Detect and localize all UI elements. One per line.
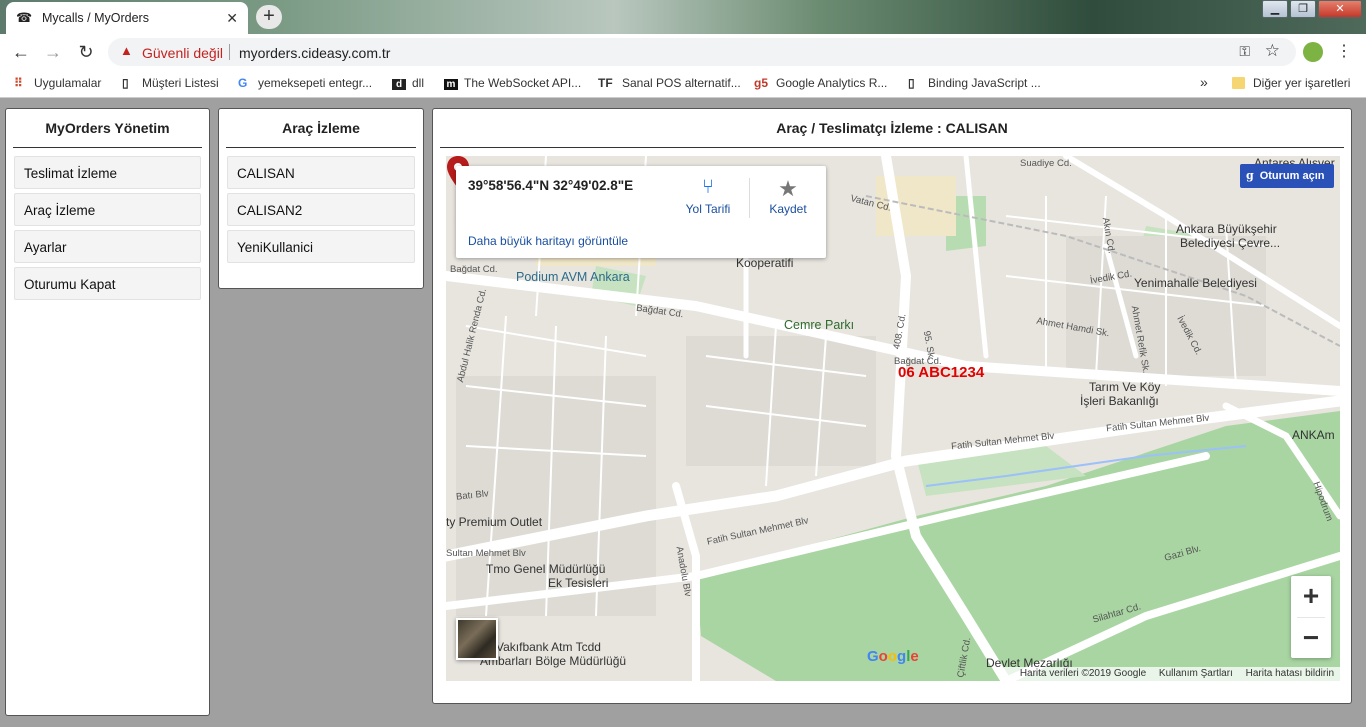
vehicle-item-calisan[interactable]: CALISAN <box>227 156 415 189</box>
window-controls: ▁ ❐ ✕ <box>1260 0 1362 18</box>
bookmark-item[interactable]: g5 Google Analytics R... <box>754 76 887 90</box>
address-bar[interactable]: ▲ Güvenli değil myorders.cideasy.com.tr … <box>108 38 1296 66</box>
map-view[interactable]: Podium AVM Ankara Kooperatifi Cemre Park… <box>446 156 1340 681</box>
map-label-suadiye: Suadiye Cd. <box>1020 158 1072 169</box>
mdn-icon: m <box>444 79 458 90</box>
zoom-out-button[interactable]: − <box>1291 618 1331 659</box>
bookmark-item[interactable]: Gyemeksepeti entegr... <box>238 76 372 90</box>
page-icon: ▯ <box>908 76 915 90</box>
map-label-tmo2: Ek Tesisleri <box>548 576 609 590</box>
vehicle-plate-label: 06 ABC1234 <box>898 364 985 381</box>
coordinates-text: 39°58'56.4"N 32°49'02.8"E <box>468 178 634 193</box>
map-label-tarim: Tarım Ve Köy <box>1089 380 1161 394</box>
bookmark-item[interactable]: m The WebSocket API... <box>444 76 581 90</box>
map-label-podium: Podium AVM Ankara <box>516 270 630 284</box>
sidebar-item-logout[interactable]: Oturumu Kapat <box>14 267 201 300</box>
back-icon[interactable]: ← <box>9 41 33 63</box>
directions-icon: ⑂ <box>702 176 714 198</box>
bookmark-item[interactable]: ▯ Müşteri Listesi <box>122 76 219 90</box>
bookmark-star-icon[interactable]: ☆ <box>1265 41 1280 61</box>
tab-title: Mycalls / MyOrders <box>42 11 149 25</box>
bookmark-apps[interactable]: ⠿ Uygulamalar <box>14 76 101 90</box>
dll-icon: d <box>392 79 406 90</box>
page-icon: ▯ <box>122 76 129 90</box>
map-info-card: 39°58'56.4"N 32°49'02.8"E ⑂ Yol Tarifi ★… <box>456 166 826 258</box>
google-g-icon: g <box>1246 169 1254 182</box>
folder-icon <box>1232 77 1245 89</box>
g5-icon: g5 <box>754 76 769 90</box>
map-label-outlet: ty Premium Outlet <box>446 515 543 529</box>
map-data-credit: Harita verileri ©2019 Google <box>1019 668 1147 679</box>
phone-icon: ☎ <box>16 10 33 25</box>
map-label-yenimahalle: Yenimahalle Belediyesi <box>1134 276 1257 290</box>
signin-button[interactable]: g Oturum açın <box>1240 164 1334 188</box>
satellite-toggle-thumbnail[interactable] <box>456 618 498 660</box>
more-bookmarks-icon[interactable]: » <box>1200 74 1208 90</box>
directions-button[interactable]: ⑂ Yol Tarifi <box>678 176 738 216</box>
report-error-link[interactable]: Harita hatası bildirin <box>1246 668 1334 679</box>
map-label-fsm4: Sultan Mehmet Blv <box>446 548 526 559</box>
reload-icon[interactable]: ↻ <box>74 41 98 63</box>
browser-toolbar: ← → ↻ ▲ Güvenli değil myorders.cideasy.c… <box>0 34 1366 70</box>
larger-map-link[interactable]: Daha büyük haritayı görüntüle <box>468 234 628 248</box>
bookmarks-bar: ⠿ Uygulamalar ▯ Müşteri Listesi Gyemeksepe… <box>0 70 1366 98</box>
map-label-kooperatifi: Kooperatifi <box>736 256 794 270</box>
close-tab-icon[interactable]: ✕ <box>226 10 238 27</box>
terms-link[interactable]: Kullanım Şartları <box>1159 668 1233 679</box>
map-label-cemre: Cemre Parkı <box>784 318 855 332</box>
sidebar-item-arac[interactable]: Araç İzleme <box>14 193 201 226</box>
apps-icon: ⠿ <box>14 76 23 90</box>
map-attribution: Harita verileri ©2019 Google Kullanım Şa… <box>1003 667 1340 681</box>
vehicle-list-panel: Araç İzleme CALISAN CALISAN2 YeniKullani… <box>218 108 424 289</box>
profile-avatar[interactable] <box>1303 42 1323 62</box>
bookmark-item[interactable]: TF Sanal POS alternatif... <box>598 76 741 90</box>
star-icon: ★ <box>778 176 798 201</box>
minimize-icon[interactable]: ▁ <box>1262 0 1288 18</box>
other-bookmarks-folder[interactable]: Diğer yer işaretleri <box>1232 76 1350 90</box>
map-label-buyuksehir2: Belediyesi Çevre... <box>1180 236 1281 250</box>
zoom-control: + − <box>1291 576 1331 658</box>
sidebar-panel: MyOrders Yönetim Teslimat İzleme Araç İz… <box>5 108 210 716</box>
tracking-title: Araç / Teslimatçı İzleme : CALISAN <box>440 109 1344 148</box>
browser-titlebar: ☎ Mycalls / MyOrders ✕ + ▁ ❐ ✕ <box>0 0 1366 34</box>
zoom-in-button[interactable]: + <box>1291 576 1331 617</box>
save-button[interactable]: ★ Kaydet <box>758 176 818 216</box>
map-label-buyuksehir: Ankara Büyükşehir <box>1176 222 1277 236</box>
close-window-icon[interactable]: ✕ <box>1318 0 1362 18</box>
map-label-bagdat1: Bağdat Cd. <box>450 264 498 275</box>
sidebar-item-ayarlar[interactable]: Ayarlar <box>14 230 201 263</box>
google-logo: Google <box>867 648 919 665</box>
google-icon: G <box>238 76 248 90</box>
warning-icon: ▲ <box>120 43 133 58</box>
bookmark-item[interactable]: ▯ Binding JavaScript ... <box>908 76 1041 90</box>
vehicle-item-yenikullanici[interactable]: YeniKullanici <box>227 230 415 263</box>
info-card-divider <box>749 178 750 218</box>
map-label-vakif: Vakıfbank Atm Tcdd <box>496 640 601 654</box>
new-tab-button[interactable]: + <box>256 5 282 29</box>
security-label[interactable]: Güvenli değil <box>142 45 223 61</box>
map-label-ankam: ANKAm <box>1292 428 1335 442</box>
sidebar-item-teslimat[interactable]: Teslimat İzleme <box>14 156 201 189</box>
browser-tab[interactable]: ☎ Mycalls / MyOrders ✕ <box>6 2 248 34</box>
tracking-panel: Araç / Teslimatçı İzleme : CALISAN Podiu… <box>432 108 1352 704</box>
omnibox-divider <box>229 44 230 60</box>
more-menu-icon[interactable]: ⋮ <box>1336 41 1352 61</box>
key-icon[interactable]: ⚿ <box>1239 43 1250 60</box>
sidebar-title: MyOrders Yönetim <box>13 109 202 148</box>
tf-icon: TF <box>598 76 613 90</box>
map-label-tarim2: İşleri Bakanlığı <box>1080 394 1159 408</box>
url-text[interactable]: myorders.cideasy.com.tr <box>239 45 390 61</box>
bookmark-item[interactable]: d dll <box>392 76 424 90</box>
map-label-vakif2: Ambarları Bölge Müdürlüğü <box>480 654 627 668</box>
forward-icon[interactable]: → <box>41 41 65 63</box>
map-label-tmo: Tmo Genel Müdürlüğü <box>486 562 606 576</box>
vehicle-list-title: Araç İzleme <box>226 109 416 148</box>
maximize-icon[interactable]: ❐ <box>1290 0 1316 18</box>
vehicle-item-calisan2[interactable]: CALISAN2 <box>227 193 415 226</box>
